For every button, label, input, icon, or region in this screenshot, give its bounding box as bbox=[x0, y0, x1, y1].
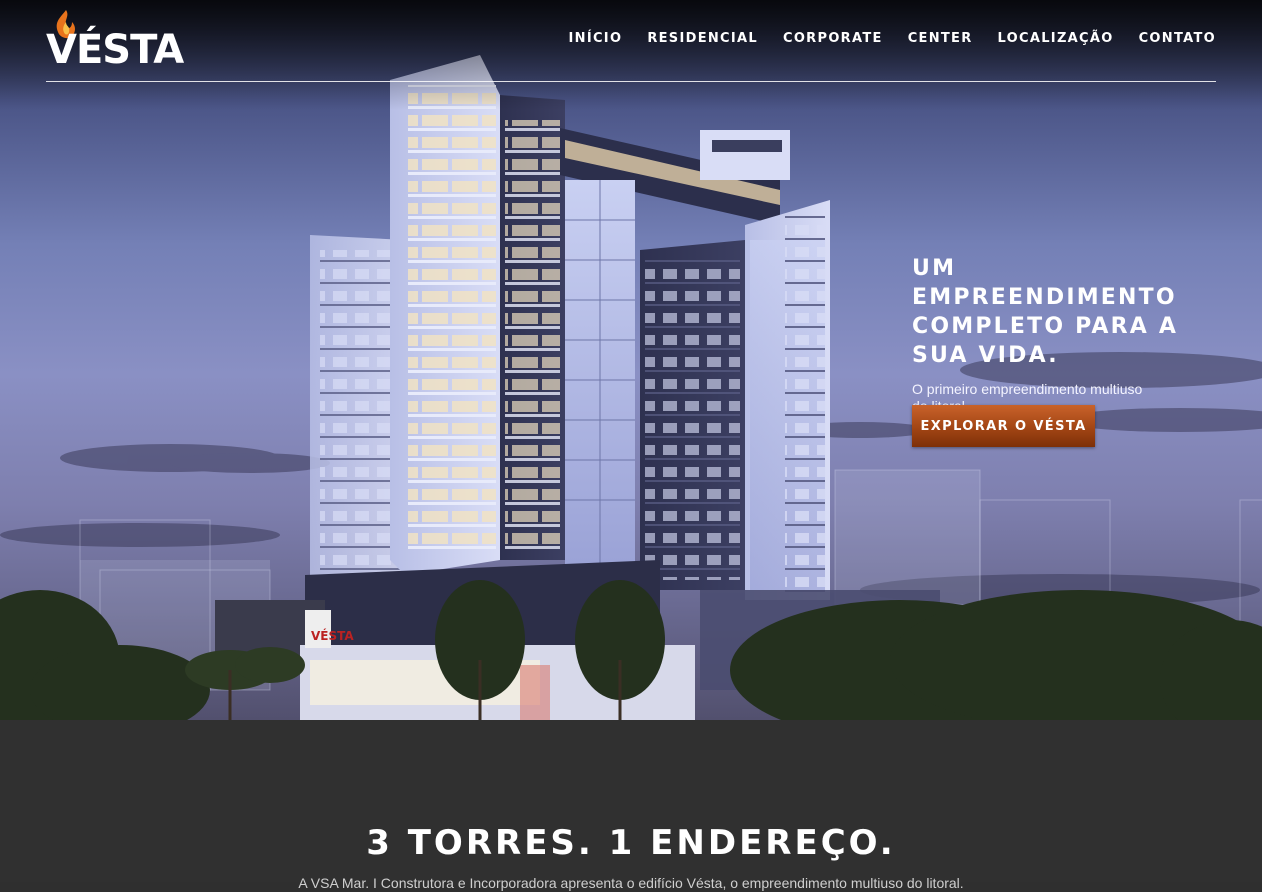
building-sign: VÉSTA bbox=[311, 628, 354, 643]
section-text: A VSA Mar. I Construtora e Incorporadora… bbox=[298, 875, 964, 891]
explore-button[interactable]: EXPLORAR O VÉSTA bbox=[912, 405, 1095, 447]
hero-title: UM EMPREENDIMENTO COMPLETO PARA A SUA VI… bbox=[912, 254, 1202, 370]
hero-tagline: UM EMPREENDIMENTO COMPLETO PARA A SUA VI… bbox=[912, 254, 1202, 415]
hero-section: VÉSTA VÉSTA INÍCIO RESIDENCIAL CORPORATE… bbox=[0, 0, 1262, 720]
nav-item-center[interactable]: CENTER bbox=[908, 31, 973, 46]
nav-item-localizacao[interactable]: LOCALIZAÇÃO bbox=[998, 31, 1114, 46]
main-nav: INÍCIO RESIDENCIAL CORPORATE CENTER LOCA… bbox=[569, 31, 1216, 46]
nav-item-corporate[interactable]: CORPORATE bbox=[783, 31, 883, 46]
nav-item-residencial[interactable]: RESIDENCIAL bbox=[647, 31, 758, 46]
hero-title-line: SUA VIDA. bbox=[912, 343, 1059, 368]
nav-item-contato[interactable]: CONTATO bbox=[1139, 31, 1216, 46]
brand-name: VÉSTA bbox=[46, 27, 184, 73]
towers-section: 3 TORRES. 1 ENDEREÇO. A VSA Mar. I Const… bbox=[0, 720, 1262, 891]
hero-title-line: COMPLETO PARA A bbox=[912, 314, 1179, 339]
nav-item-inicio[interactable]: INÍCIO bbox=[569, 31, 623, 46]
brand-logo[interactable]: VÉSTA bbox=[46, 8, 184, 72]
site-header: VÉSTA INÍCIO RESIDENCIAL CORPORATE CENTE… bbox=[46, 0, 1216, 82]
section-title: 3 TORRES. 1 ENDEREÇO. bbox=[366, 823, 896, 863]
hero-title-line: UM EMPREENDIMENTO bbox=[912, 256, 1177, 310]
